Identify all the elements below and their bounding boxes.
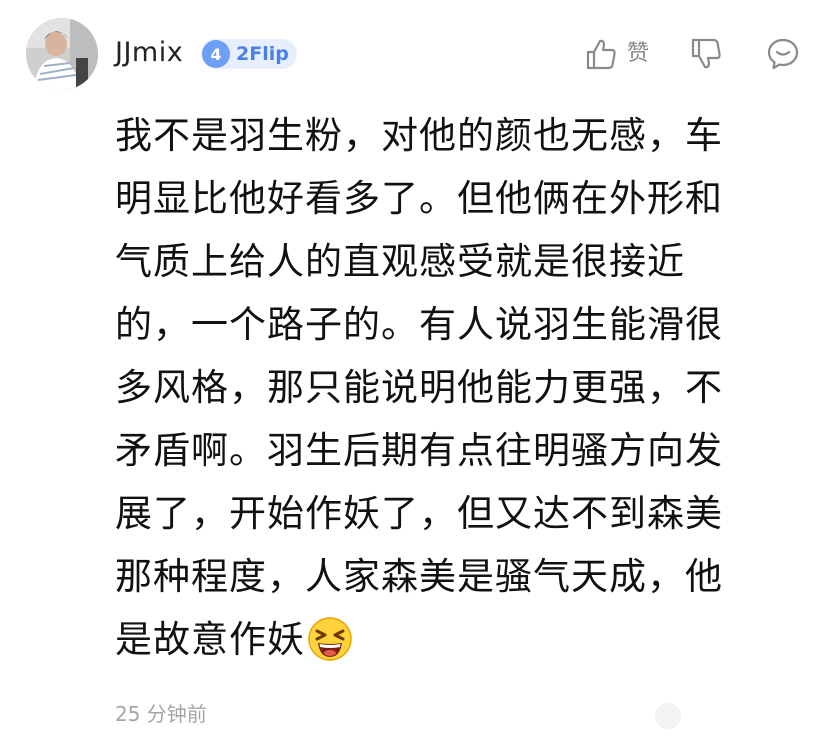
dislike-button[interactable] xyxy=(690,37,722,71)
level-badge: 4 2Flip xyxy=(201,39,297,69)
comment-line: 展了，开始作妖了，但又达不到森美 xyxy=(115,492,723,535)
comment-line: 那种程度，人家森美是骚气天成，他 xyxy=(115,555,723,598)
like-label: 赞 xyxy=(627,41,650,66)
comment-last-line: 是故意作妖 xyxy=(115,608,775,681)
level-name: 2Flip xyxy=(236,43,289,65)
reply-button[interactable] xyxy=(766,37,800,71)
user-avatar[interactable] xyxy=(26,18,98,90)
comment-line: 是故意作妖 xyxy=(115,618,305,661)
grinning-squinting-face-emoji xyxy=(307,616,353,681)
comment-line: 明显比他好看多了。但他俩在外形和 xyxy=(115,177,723,220)
thumbs-down-icon xyxy=(691,38,721,69)
comment-line: 气质上给人的直观感受就是很接近 xyxy=(115,240,685,283)
comment-bubble-icon xyxy=(767,38,799,70)
username[interactable]: JJmix xyxy=(115,36,183,70)
like-button[interactable]: 赞 xyxy=(585,37,649,71)
comment-line: 的，一个路子的。有人说羽生能滑很 xyxy=(115,303,723,346)
comment-line: 多风格，那只能说明他能力更强，不 xyxy=(115,366,723,409)
comment-line: 矛盾啊。羽生后期有点往明骚方向发 xyxy=(115,429,723,472)
faint-icon xyxy=(655,703,681,729)
timestamp: 25 分钟前 xyxy=(115,702,207,726)
comment-card: JJmix 4 2Flip 赞 我不是羽生粉，对他的颜也无感，车 明显比他好看多… xyxy=(0,0,828,740)
comment-line: 我不是羽生粉，对他的颜也无感，车 xyxy=(115,114,723,157)
avatar-image xyxy=(26,18,98,90)
thumbs-up-icon xyxy=(586,39,616,70)
level-number: 4 xyxy=(202,40,230,68)
comment-body: 我不是羽生粉，对他的颜也无感，车 明显比他好看多了。但他俩在外形和 气质上给人的… xyxy=(115,104,775,681)
